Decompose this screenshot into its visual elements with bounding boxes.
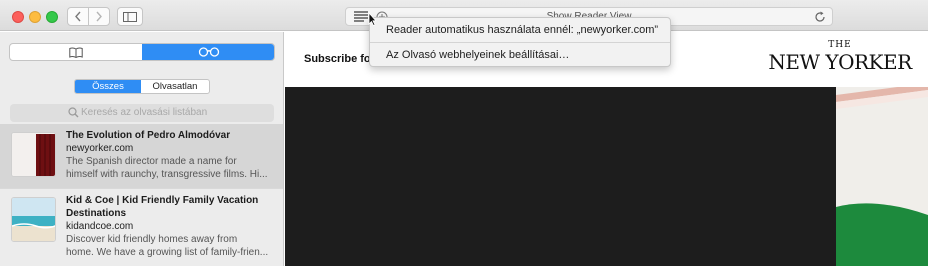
reading-list-item[interactable]: Kid & Coe | Kid Friendly Family Vacation…: [0, 188, 283, 266]
forward-icon: [96, 11, 102, 22]
reading-list-tab[interactable]: [142, 44, 274, 60]
web-content: Subscribe fo THE NEW YORKER: [285, 32, 928, 266]
sidebar-icon: [123, 11, 137, 22]
back-button[interactable]: [67, 7, 89, 26]
filter-all-button[interactable]: Összes: [75, 80, 141, 93]
menu-item-auto-reader[interactable]: Reader automatikus használata ennél: „ne…: [386, 24, 658, 36]
new-yorker-logo[interactable]: THE NEW YORKER: [760, 40, 920, 80]
reading-list-filter: Összes Olvasatlan: [74, 79, 210, 94]
item-description: home. We have a growing list of family-f…: [66, 247, 269, 258]
search-field[interactable]: Keresés az olvasási listában: [10, 104, 274, 122]
sidebar: Összes Olvasatlan Keresés az olvasási li…: [0, 32, 284, 266]
minimize-window-button[interactable]: [29, 11, 41, 23]
menu-separator: [370, 42, 670, 43]
hero-image: [285, 87, 836, 266]
search-placeholder: Keresés az olvasási listában: [81, 107, 208, 118]
item-title: Kid & Coe | Kid Friendly Family Vacation: [66, 195, 259, 206]
book-icon: [69, 47, 83, 58]
zoom-window-button[interactable]: [46, 11, 58, 23]
forward-button[interactable]: [88, 7, 110, 26]
item-title: The Evolution of Pedro Almodóvar: [66, 130, 231, 141]
back-icon: [75, 11, 81, 22]
close-window-button[interactable]: [12, 11, 24, 23]
reading-list-item[interactable]: The Evolution of Pedro Almodóvar newyork…: [0, 124, 283, 188]
logo-main: NEW YORKER: [768, 50, 912, 74]
item-description: himself with raunchy, transgressive film…: [66, 169, 268, 180]
item-domain: kidandcoe.com: [66, 221, 134, 232]
article-thumbnail: [11, 132, 56, 177]
logo-the: THE: [828, 40, 852, 50]
bookmarks-tab[interactable]: [10, 44, 142, 60]
item-description: The Spanish director made a name for: [66, 156, 237, 167]
sidebar-toggle-button[interactable]: [117, 7, 143, 26]
item-title: Destinations: [66, 208, 127, 219]
item-description: Discover kid friendly homes away from: [66, 234, 238, 245]
menu-item-reader-settings[interactable]: Az Olvasó webhelyeinek beállításai…: [386, 49, 569, 61]
article-thumbnail: [11, 197, 56, 242]
search-icon: [68, 107, 79, 118]
glasses-icon: [198, 47, 219, 57]
reload-icon[interactable]: [814, 11, 826, 23]
reader-menu: Reader automatikus használata ennél: „ne…: [369, 17, 671, 67]
filter-unread-button[interactable]: Olvasatlan: [141, 80, 209, 93]
subscribe-link[interactable]: Subscribe fo: [304, 53, 371, 65]
side-illustration: [836, 87, 928, 266]
sidebar-mode-control: [9, 43, 275, 61]
item-domain: newyorker.com: [66, 143, 134, 154]
cursor-icon: [368, 12, 377, 26]
